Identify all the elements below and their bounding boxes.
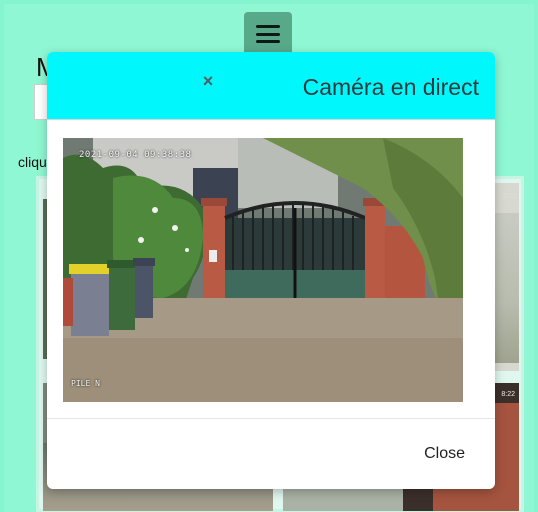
live-camera-modal: × Caméra en direct 2021-09-04 09:38:38 P… [47,52,495,489]
camera-image [63,138,463,402]
thumbnail-timestamp: 0:25 [503,193,517,200]
camera-thumbnail[interactable]: 0:25 [491,183,519,371]
close-button[interactable]: Close [424,445,465,463]
live-camera-feed: 2021-09-04 09:38:38 PILE N [63,138,463,402]
close-icon[interactable]: × [197,70,219,92]
camera-name-label: PILE N [71,379,100,388]
thumbnail-timestamp: 8:22 [501,391,515,398]
instruction-text: cliqu [18,154,47,170]
modal-title: Caméra en direct [302,74,479,100]
modal-body: 2021-09-04 09:38:38 PILE N [47,120,495,418]
hamburger-menu-icon [256,25,280,43]
camera-timestamp: 2021-09-04 09:38:38 [79,150,192,160]
menu-button[interactable] [244,12,292,56]
thumbnail-image [491,213,519,363]
modal-footer: Close [47,418,495,489]
modal-header: × Caméra en direct [47,52,495,120]
